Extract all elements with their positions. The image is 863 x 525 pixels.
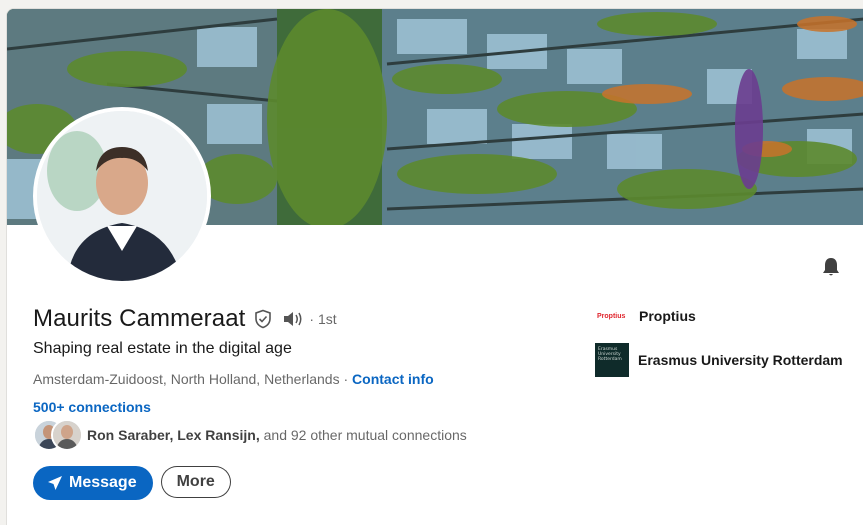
connection-degree: · 1st xyxy=(309,311,337,327)
mutual-text: Ron Saraber, Lex Ransijn, and 92 other m… xyxy=(87,427,467,443)
send-icon xyxy=(48,476,62,490)
company-name: Proptius xyxy=(639,308,696,324)
experience-company[interactable]: Proptius Proptius xyxy=(597,307,696,325)
profile-headline: Shaping real estate in the digital age xyxy=(33,340,292,357)
mutual-names: Ron Saraber, Lex Ransijn, xyxy=(87,427,260,443)
erasmus-logo: Erasmus University Rotterdam xyxy=(595,343,629,377)
location-separator: · xyxy=(339,371,353,387)
school-name: Erasmus University Rotterdam xyxy=(638,352,843,368)
mutual-connections[interactable]: Ron Saraber, Lex Ransijn, and 92 other m… xyxy=(33,419,467,451)
profile-photo[interactable] xyxy=(33,107,211,285)
profile-actions: Message More xyxy=(33,466,231,500)
profile-name: Maurits Cammeraat xyxy=(33,305,246,332)
mutual-avatars xyxy=(33,419,83,451)
message-button[interactable]: Message xyxy=(33,466,153,500)
more-button-label: More xyxy=(176,473,215,490)
profile-card: Maurits Cammeraat · 1st Shaping real est… xyxy=(6,8,863,525)
speaker-icon[interactable] xyxy=(281,309,305,329)
location-row: Amsterdam-Zuidoost, North Holland, Nethe… xyxy=(33,371,434,387)
shield-check-icon[interactable] xyxy=(253,309,273,329)
education-school[interactable]: Erasmus University Rotterdam Erasmus Uni… xyxy=(595,343,843,377)
name-row: Maurits Cammeraat · 1st xyxy=(33,305,337,333)
bell-icon[interactable] xyxy=(819,255,843,279)
profile-location: Amsterdam-Zuidoost, North Holland, Nethe… xyxy=(33,371,340,387)
mutual-avatar xyxy=(51,419,83,451)
message-button-label: Message xyxy=(69,474,137,491)
proptius-logo: Proptius xyxy=(597,312,626,320)
person-photo-icon xyxy=(37,111,207,281)
more-button[interactable]: More xyxy=(160,466,231,498)
mutual-rest: and 92 other mutual connections xyxy=(259,427,467,443)
contact-info-link[interactable]: Contact info xyxy=(352,371,434,387)
connections-link[interactable]: 500+ connections xyxy=(33,399,151,415)
